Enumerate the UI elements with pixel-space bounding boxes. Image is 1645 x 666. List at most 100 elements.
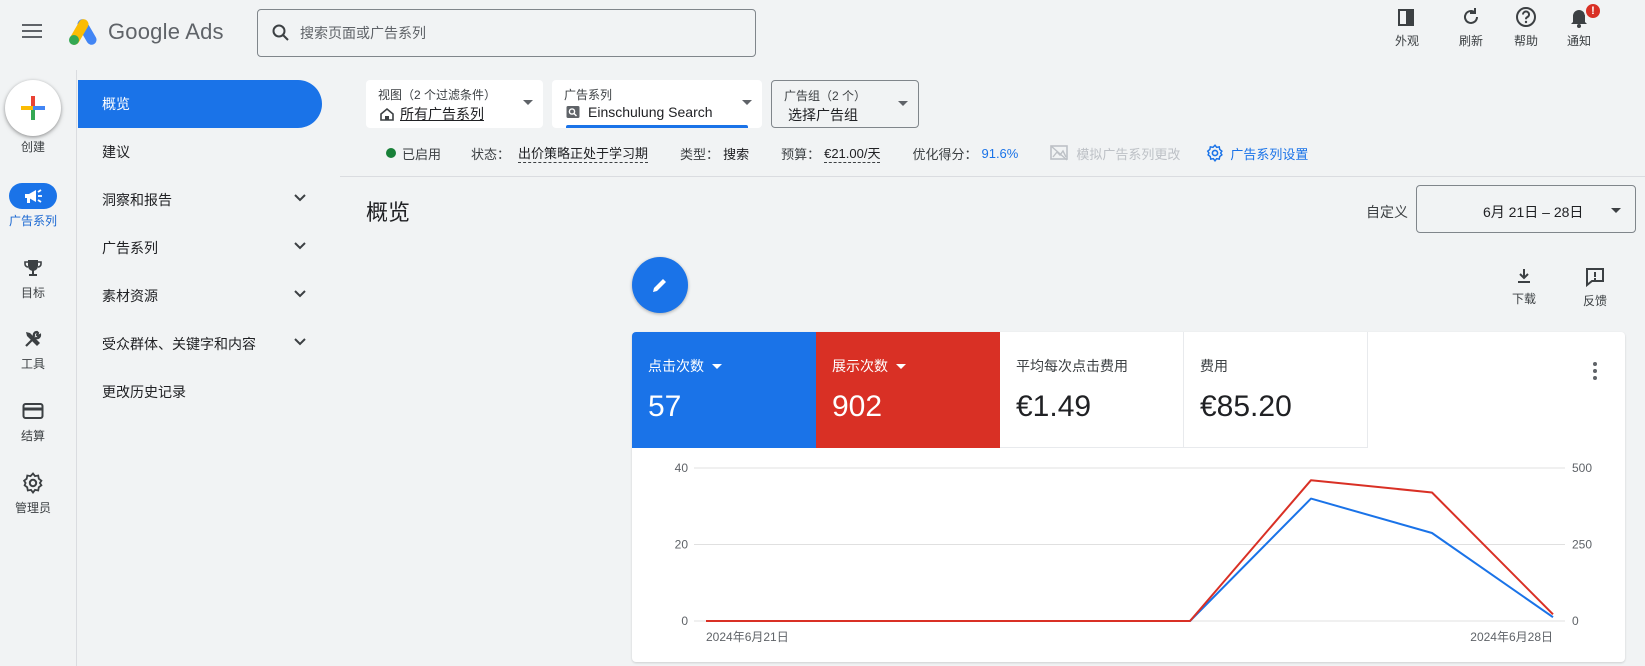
ad-group-filter-value: 选择广告组: [788, 107, 858, 123]
rail-item-campaigns[interactable]: 广告系列: [0, 183, 66, 229]
create-button[interactable]: [5, 80, 61, 136]
help-button[interactable]: 帮助: [1501, 6, 1551, 54]
date-range-picker[interactable]: 6月 21日 – 28日: [1416, 185, 1636, 233]
performance-chart: 0 20 40 0 250 500 2024年6月21日 2024年6月28日: [675, 461, 1593, 644]
ad-group-filter-label: 广告组（2 个）: [784, 89, 867, 103]
campaign-filter-active-indicator: [566, 125, 748, 128]
google-ads-logo-icon: [69, 19, 97, 45]
download-button[interactable]: 下载: [1502, 266, 1546, 307]
dropdown-arrow-icon: [742, 100, 752, 105]
rail-item-billing-label: 结算: [20, 429, 45, 443]
feedback-icon: [1586, 268, 1604, 288]
chevron-down-icon: [294, 242, 306, 250]
home-icon: [380, 107, 394, 121]
campaign-status-bar: 已启用 状态： 出价策略正处于学习期 类型： 搜索 预算： €21.00/天 优…: [386, 142, 1308, 164]
type-value: 搜索: [723, 146, 750, 162]
google-ads-logo[interactable]: Google Ads: [68, 15, 224, 49]
metric-value: 57: [648, 390, 682, 423]
view-filter[interactable]: 视图（2 个过滤条件） 所有广告系列: [366, 80, 543, 128]
performance-card: 点击次数 57 展示次数 902 平均每次点击费用 €1.49 费用 €85.2…: [632, 332, 1625, 662]
sidenav-item-audiences-keywords[interactable]: 受众群体、关键字和内容: [78, 320, 322, 368]
campaign-filter-value: Einschulung Search: [588, 104, 713, 120]
refresh-button[interactable]: 刷新: [1446, 6, 1496, 54]
create-label: 创建: [20, 140, 45, 154]
chevron-down-icon: [294, 290, 306, 298]
custom-range-label: 自定义: [1366, 204, 1408, 220]
download-icon: [1518, 269, 1530, 283]
edit-button[interactable]: [632, 257, 688, 313]
x-tick-label: 2024年6月28日: [1470, 630, 1553, 644]
ad-group-filter[interactable]: 广告组（2 个） 选择广告组: [771, 80, 919, 128]
feedback-button[interactable]: 反馈: [1573, 266, 1617, 309]
metric-tile-clicks[interactable]: 点击次数 57: [632, 332, 816, 448]
rail-item-billing[interactable]: 结算: [0, 398, 66, 444]
rail-item-admin[interactable]: 管理员: [0, 470, 66, 516]
campaign-filter[interactable]: 广告系列 Einschulung Search: [552, 80, 762, 128]
campaign-filter-label: 广告系列: [564, 88, 613, 102]
sidenav-item-campaigns[interactable]: 广告系列: [78, 224, 322, 272]
rail-item-campaigns-label: 广告系列: [8, 214, 57, 228]
simulate-icon: [1050, 145, 1069, 161]
rail-item-tools[interactable]: 工具: [0, 326, 66, 372]
appearance-button[interactable]: 外观: [1382, 6, 1432, 54]
sidenav-item-recommendations[interactable]: 建议: [78, 128, 322, 176]
chevron-down-icon: [294, 338, 306, 346]
metric-tile-avg-cpc[interactable]: 平均每次点击费用 €1.49: [1000, 332, 1184, 448]
app-name: Google Ads: [108, 19, 224, 44]
x-tick-label: 2024年6月21日: [706, 630, 789, 644]
metric-tile-impressions[interactable]: 展示次数 902: [816, 332, 1000, 448]
y-right-tick-label: 250: [1572, 538, 1592, 552]
gear-icon: [22, 472, 43, 494]
series-line-clicks: [706, 497, 1554, 622]
dropdown-arrow-icon: [712, 363, 722, 369]
metric-value: €85.20: [1200, 390, 1292, 423]
main-menu-button[interactable]: [20, 20, 44, 44]
search-box[interactable]: [257, 9, 756, 57]
search-input[interactable]: [300, 25, 700, 41]
notifications-button[interactable]: ! 通知: [1554, 2, 1604, 54]
plus-icon: [21, 96, 45, 120]
more-options-icon[interactable]: [1589, 360, 1601, 380]
status-divider: [340, 176, 1645, 177]
campaign-settings-link[interactable]: 广告系列设置: [1230, 144, 1308, 163]
optimization-score-label: 优化得分：: [912, 146, 978, 162]
metric-label: 费用: [1200, 358, 1228, 374]
y-left-tick-label: 20: [675, 538, 689, 552]
budget-value[interactable]: €21.00/天: [824, 143, 881, 163]
sidenav-item-change-history[interactable]: 更改历史记录: [78, 368, 322, 416]
metric-label: 展示次数: [832, 358, 888, 374]
page-title: 概览: [366, 200, 411, 225]
series-line-impressions: [706, 479, 1554, 622]
enabled-status: 已启用: [402, 146, 442, 162]
tools-icon: [25, 330, 42, 347]
refresh-label: 刷新: [1458, 34, 1483, 48]
rail-item-admin-label: 管理员: [14, 501, 51, 515]
sidenav-item-insights-reports[interactable]: 洞察和报告: [78, 176, 322, 224]
metric-tile-cost[interactable]: 费用 €85.20: [1184, 332, 1368, 448]
date-range-value: 6月 21日 – 28日: [1483, 204, 1584, 220]
dropdown-arrow-icon: [898, 101, 908, 106]
sidenav-item-label: 概览: [102, 96, 130, 112]
sidenav-item-assets[interactable]: 素材资源: [78, 272, 322, 320]
rail-item-tools-label: 工具: [20, 357, 45, 371]
y-left-tick-label: 0: [681, 614, 688, 628]
y-left-tick-label: 40: [675, 461, 689, 475]
status-label: 状态：: [471, 146, 511, 162]
appearance-icon: [1398, 9, 1414, 26]
sidenav-item-label: 洞察和报告: [102, 192, 172, 208]
metric-label: 平均每次点击费用: [1016, 358, 1128, 374]
simulate-changes-link: 模拟广告系列更改: [1076, 146, 1181, 162]
sidenav-item-label: 更改历史记录: [102, 384, 186, 400]
sidenav-item-label: 受众群体、关键字和内容: [102, 336, 256, 352]
search-icon: [272, 24, 289, 41]
refresh-icon: [1464, 8, 1478, 24]
rail-item-goals[interactable]: 目标: [0, 255, 66, 301]
bid-strategy-status[interactable]: 出价策略正处于学习期: [518, 143, 649, 163]
optimization-score-value[interactable]: 91.6%: [981, 146, 1018, 161]
search-campaign-icon: [566, 106, 580, 118]
budget-label: 预算：: [781, 146, 821, 162]
help-label: 帮助: [1513, 34, 1538, 48]
sidenav-item-label: 建议: [102, 144, 130, 160]
sidenav-item-overview[interactable]: 概览: [78, 80, 322, 128]
y-right-tick-label: 500: [1572, 461, 1592, 475]
